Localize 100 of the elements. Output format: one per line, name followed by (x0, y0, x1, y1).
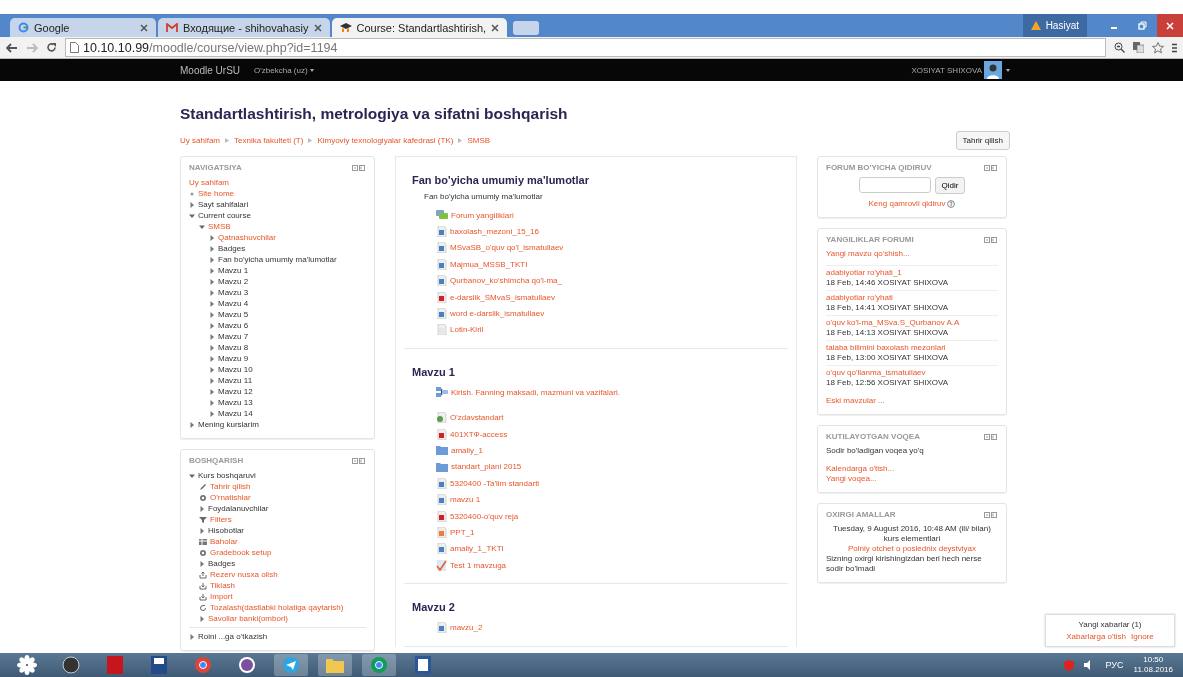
breadcrumb-link[interactable]: Texnika fakulteti (T) (234, 136, 304, 145)
post-link[interactable]: o'quv qo'llanma_ismatullaev (826, 368, 998, 378)
activity-link[interactable]: 5320400 -Ta'lim standarti (450, 478, 540, 488)
tree-item[interactable]: Mavzu 1 (218, 266, 249, 275)
post-link[interactable]: adabiyotlar ro'yhati (826, 293, 998, 303)
activity-link[interactable]: Lotin-Kiril (450, 325, 484, 335)
add-topic-link[interactable]: Yangi mavzu qo'shish... (826, 249, 998, 259)
breadcrumb-link[interactable]: SMSB (467, 136, 491, 145)
caret-right-icon[interactable] (209, 410, 215, 417)
tree-item[interactable]: Current course (198, 211, 251, 220)
activity-link[interactable]: Forum yangiliklari (451, 210, 514, 220)
full-report-link[interactable]: Polniy otchet o poslednix deystviyax (826, 544, 998, 554)
tree-item[interactable]: Filters (210, 515, 232, 524)
reload-icon[interactable] (46, 42, 57, 53)
block-controls-icon[interactable] (352, 164, 366, 171)
tree-item[interactable]: Mavzu 11 (218, 376, 253, 385)
caret-right-icon[interactable] (209, 267, 215, 274)
restore-icon[interactable] (1137, 21, 1147, 30)
tree-item[interactable]: Mavzu 8 (218, 343, 249, 352)
tree-item[interactable]: SMSB (208, 222, 231, 231)
popup-link[interactable]: Xabarlarga o'tish (1066, 632, 1127, 641)
tree-item[interactable]: Tozalash(dastlabki holatiga qaytarish) (210, 603, 344, 612)
tree-item[interactable]: Mavzu 12 (218, 387, 253, 396)
caret-right-icon[interactable] (209, 333, 215, 340)
caret-right-icon[interactable] (209, 278, 215, 285)
tree-item[interactable]: Tiklash (210, 581, 236, 590)
search-field[interactable] (858, 177, 931, 193)
activity-link[interactable]: mavzu 1 (450, 495, 481, 505)
caret-right-icon[interactable] (209, 366, 215, 373)
tree-item[interactable]: Mavzu 4 (218, 299, 249, 308)
caret-right-icon[interactable] (199, 615, 205, 622)
tree-item[interactable]: Import (210, 592, 233, 601)
activity-link[interactable]: Qurbanov_ko'shimcha qo'l-ma_ (450, 276, 562, 286)
activity-link[interactable]: mavzu_2 (450, 623, 483, 633)
activity-link[interactable]: MSvaSB_o'quv qo'l_ismatullaev (450, 243, 564, 253)
event-link[interactable]: Yangi voqea... (826, 474, 998, 484)
tree-item[interactable]: Badges (208, 559, 236, 568)
block-controls-icon[interactable] (984, 433, 998, 440)
block-controls-icon[interactable] (352, 457, 366, 464)
block-controls-icon[interactable] (984, 236, 998, 243)
tree-item[interactable]: Mavzu 6 (218, 321, 249, 330)
caret-right-icon[interactable] (209, 300, 215, 307)
edit-button[interactable]: Tahrir qilish (955, 131, 1010, 150)
tree-item[interactable]: Tahrir qilish (210, 482, 251, 491)
activity-link[interactable]: Majmua_MSSB_TKTI (450, 259, 528, 269)
activity-link[interactable]: PPT_1 (450, 527, 475, 537)
activity-link[interactable]: 5320400-o'quv reja (450, 511, 519, 521)
tree-item[interactable]: Uy sahifam (189, 178, 229, 187)
caret-down-icon[interactable] (1006, 68, 1010, 72)
search-button[interactable]: Qidir (934, 177, 966, 194)
caret-right-icon[interactable] (189, 421, 195, 428)
close-icon[interactable] (140, 23, 148, 32)
tree-item[interactable]: Mavzu 9 (218, 354, 249, 363)
post-link[interactable]: talaba bilimini baxolash mezonlari (826, 343, 998, 353)
browser-tab[interactable]: Course: Standartlashtirish, (331, 18, 508, 37)
tree-item[interactable]: Qatnashuvchilar (218, 233, 276, 242)
tree-item[interactable]: O'rnatishlar (210, 493, 251, 502)
tree-item[interactable]: Mavzu 7 (218, 332, 249, 341)
event-link[interactable]: Kalendarga o'tish... (826, 464, 998, 474)
tree-item[interactable]: Roini ...ga o'tkazish (198, 632, 268, 641)
activity-link[interactable]: amaliy_1_TKTI (450, 544, 504, 554)
tree-item[interactable]: Sayt sahifalari (198, 200, 249, 209)
browser-tab[interactable]: Входящие - shihovahasiy (158, 18, 330, 37)
tree-item[interactable]: Site home (198, 189, 235, 198)
activity-link[interactable]: 401XTФ-access (450, 429, 508, 439)
caret-right-icon[interactable] (199, 560, 205, 567)
folder-icon[interactable] (318, 654, 352, 676)
caret-right-icon[interactable] (209, 355, 215, 362)
caret-right-icon[interactable] (209, 245, 215, 252)
clock[interactable]: 10:50 11.08.2016 (1133, 655, 1173, 675)
post-link[interactable]: adabiyotlar ro'yhati_1 (826, 268, 998, 278)
caret-right-icon[interactable] (189, 633, 195, 640)
keyboard-language[interactable]: РУС (1105, 660, 1124, 670)
activity-link[interactable]: Kirish. Fanning maksadi, mazmuni va vazifalari. (451, 387, 620, 397)
tree-item[interactable]: Kurs boshqaruvi (198, 471, 256, 480)
tree-item[interactable]: Rezerv nusxa olish (210, 570, 278, 579)
browser-tab[interactable]: Google (10, 18, 156, 37)
activity-link[interactable]: amaliy_1 (451, 446, 483, 455)
caret-down-icon[interactable] (189, 472, 195, 479)
tree-item[interactable]: Mavzu 2 (218, 277, 249, 286)
breadcrumb-link[interactable]: Uy sahifam (180, 136, 220, 145)
caret-right-icon[interactable] (209, 234, 215, 241)
site-brand[interactable]: Moodle UrSU (180, 64, 241, 76)
breadcrumb-link[interactable]: Kimyoviy texnologiyalar kafedrasi (TK) (317, 136, 454, 145)
caret-right-icon[interactable] (199, 505, 205, 512)
tree-item[interactable]: Mavzu 3 (218, 288, 249, 297)
advanced-search-link[interactable]: Keng qamrovli qidiruv (868, 199, 946, 209)
tree-item[interactable]: Mavzu 13 (218, 398, 253, 407)
caret-right-icon[interactable] (209, 388, 215, 395)
avatar-silhouette[interactable] (984, 61, 1002, 79)
close-icon[interactable] (491, 23, 500, 32)
activity-link[interactable]: e-darslik_SMvaS_ismatullaev (450, 292, 555, 302)
close-icon[interactable] (313, 23, 322, 32)
tree-item[interactable]: Mening kurslarim (198, 420, 259, 429)
caret-right-icon[interactable] (209, 344, 215, 351)
activity-link[interactable]: standart_plani 2015 (451, 462, 522, 472)
caret-right-icon[interactable] (209, 289, 215, 296)
tree-item[interactable]: Badges (218, 244, 246, 253)
tree-item[interactable]: Foydalanuvchilar (208, 504, 269, 513)
caret-right-icon[interactable] (209, 399, 215, 406)
